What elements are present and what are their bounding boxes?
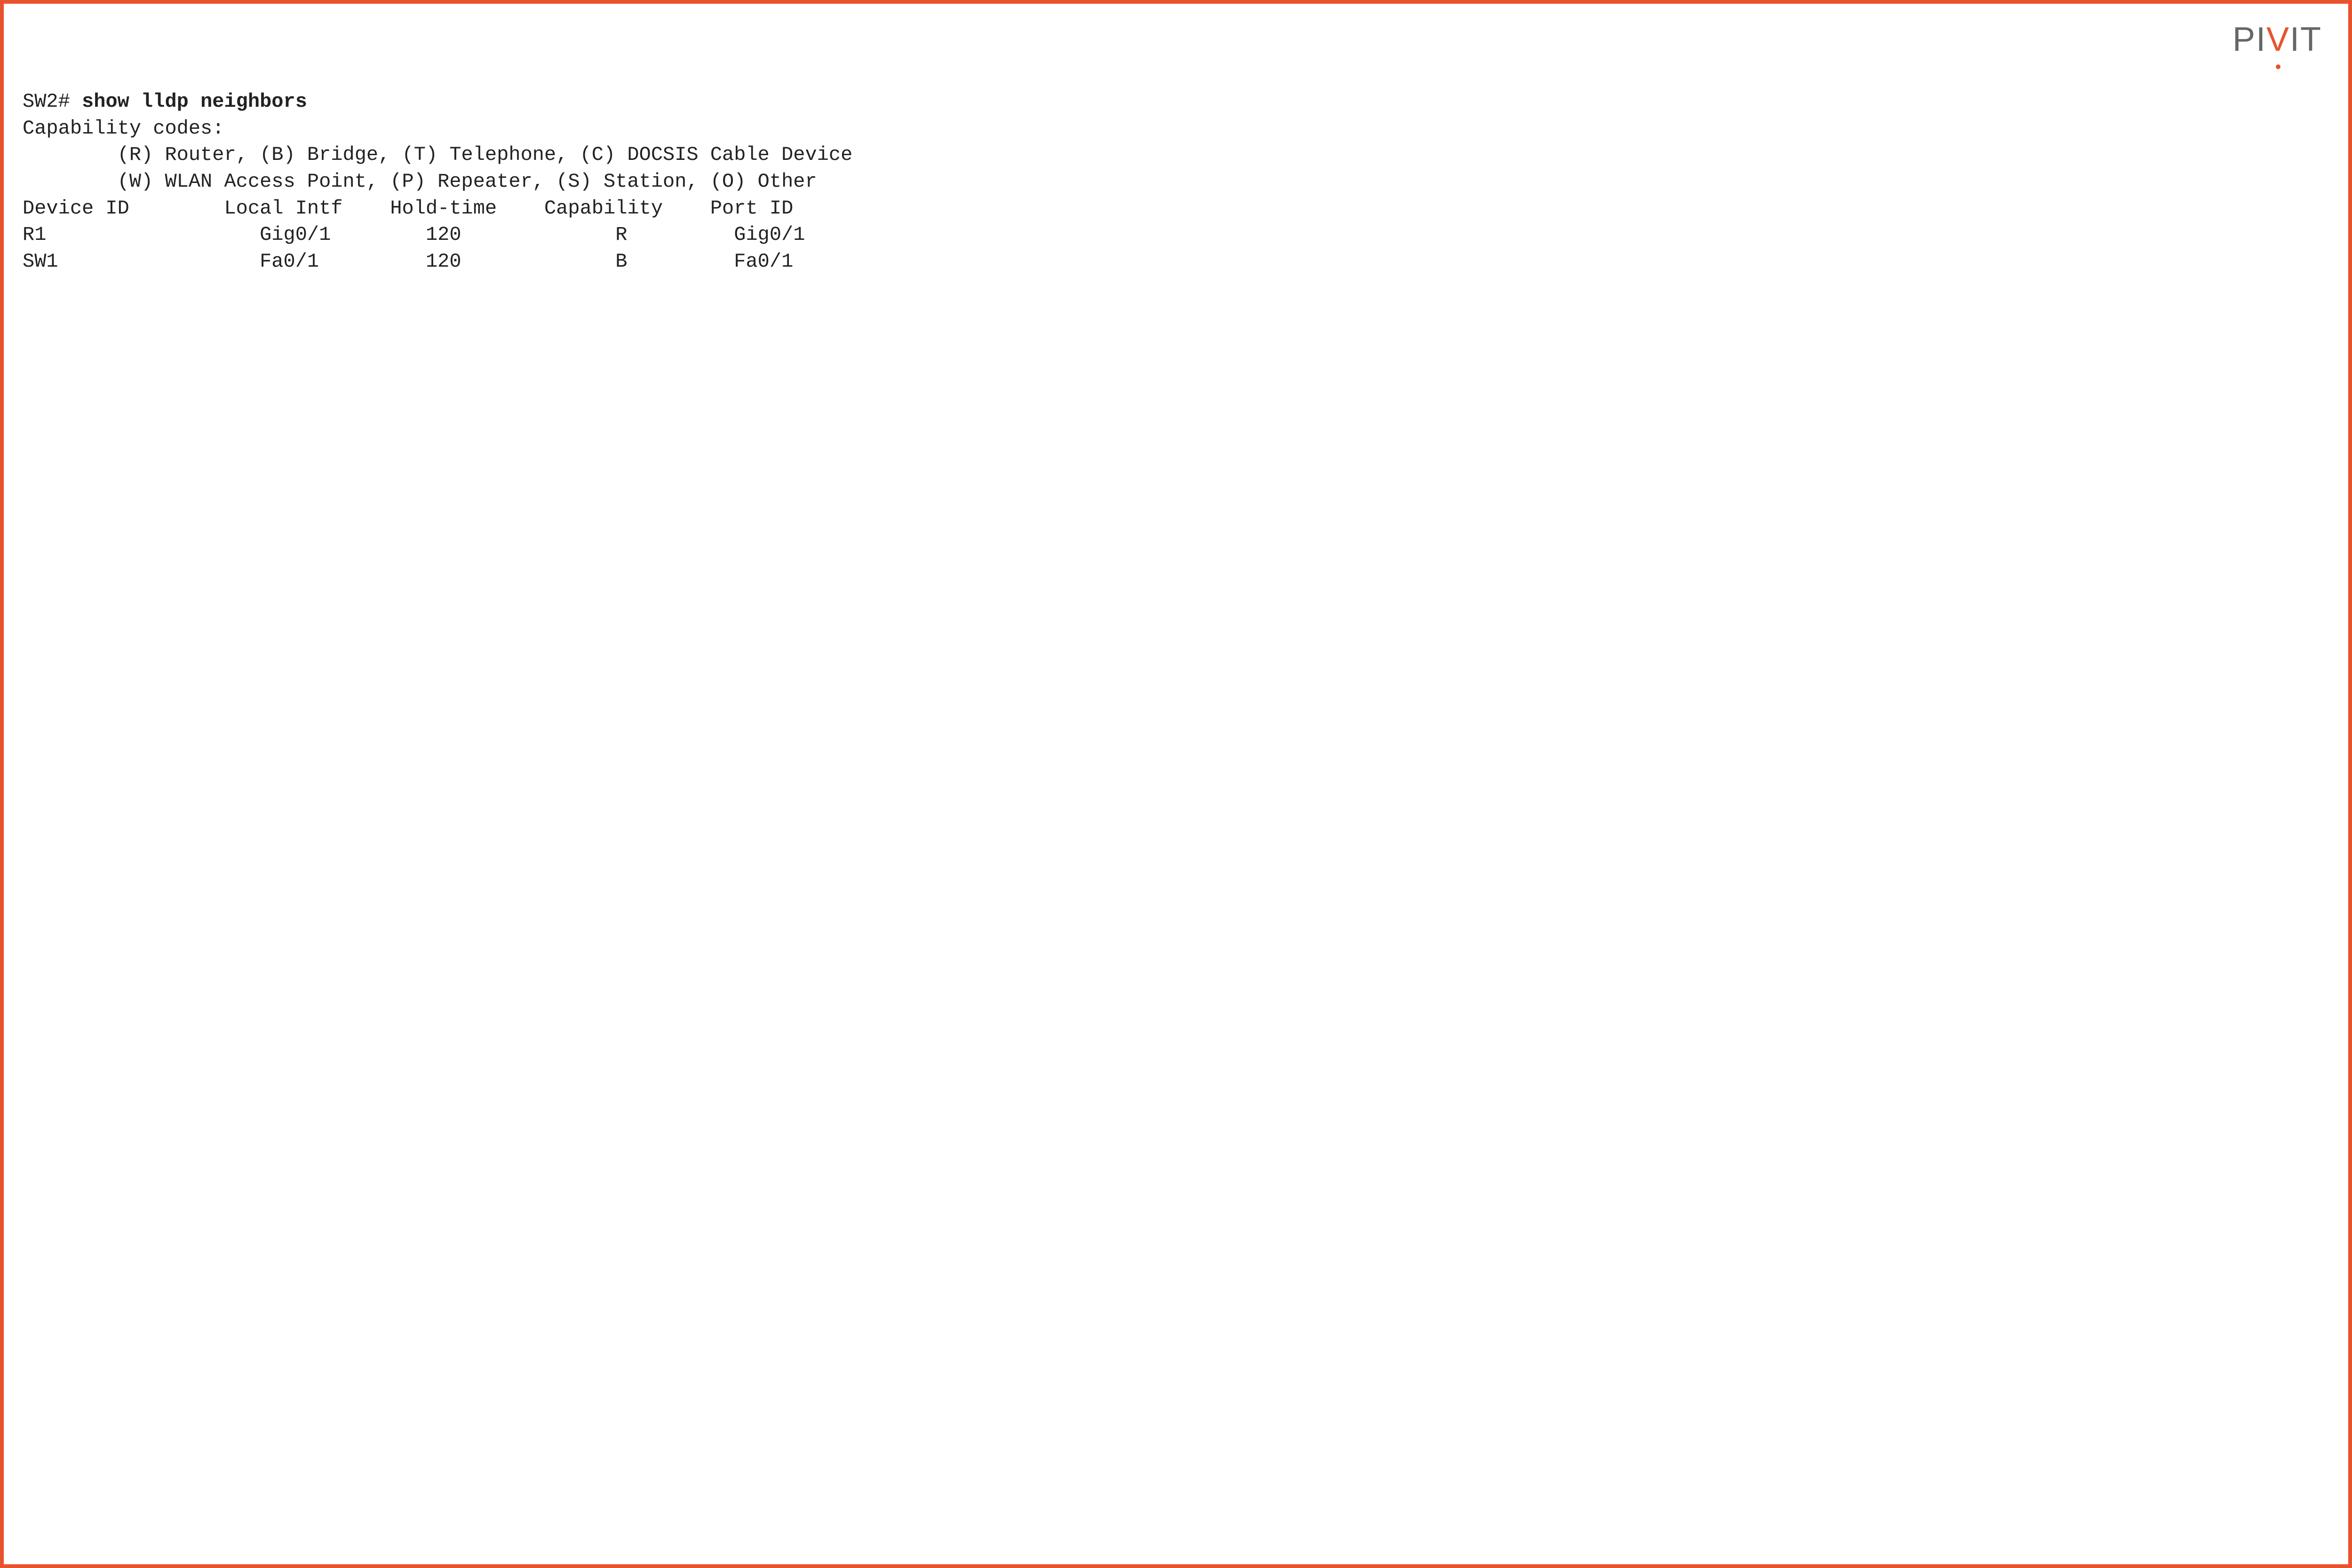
logo-dot-icon: [2276, 64, 2280, 69]
capability-header: Capability codes:: [23, 115, 2329, 142]
terminal-window: PI V IT SW2# show lldp neighborsCapabili…: [0, 0, 2352, 1568]
table-row: SW1 Fa0/1 120 B Fa0/1: [23, 248, 2329, 275]
logo-text-left: PI: [2233, 17, 2266, 63]
table-row: R1 Gig0/1 120 R Gig0/1: [23, 222, 2329, 248]
table-header: Device ID Local Intf Hold-time Capabilit…: [23, 195, 2329, 222]
terminal-output: SW2# show lldp neighborsCapability codes…: [23, 88, 2329, 275]
brand-logo: PI V IT: [2233, 17, 2322, 63]
logo-letter-v: V: [2266, 17, 2290, 63]
command-text: show lldp neighbors: [82, 90, 307, 113]
prompt-text: SW2#: [23, 90, 82, 113]
prompt-line: SW2# show lldp neighbors: [23, 88, 2329, 115]
logo-text-right: IT: [2290, 17, 2322, 63]
capability-line-1: (R) Router, (B) Bridge, (T) Telephone, (…: [23, 142, 2329, 168]
capability-line-2: (W) WLAN Access Point, (P) Repeater, (S)…: [23, 168, 2329, 195]
